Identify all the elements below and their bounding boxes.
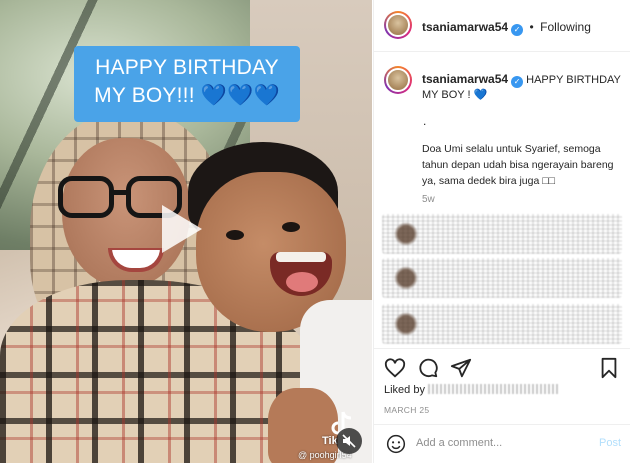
- blurred-likers: [428, 384, 559, 394]
- overlay-line-1: HAPPY BIRTHDAY: [95, 56, 279, 79]
- post-time-ago[interactable]: 5w: [422, 194, 435, 205]
- verified-icon: ✓: [511, 24, 524, 36]
- blurred-comment: [382, 214, 622, 254]
- caption-bullet: .: [423, 114, 427, 128]
- post-panel: tsaniamarwa54 ✓ • Following tsaniamarwa54…: [373, 0, 630, 463]
- blurred-comment: [382, 304, 622, 344]
- caption-username[interactable]: tsaniamarwa54: [422, 72, 508, 86]
- play-icon[interactable]: [162, 205, 202, 253]
- header-username[interactable]: tsaniamarwa54: [422, 20, 508, 34]
- verified-icon: ✓: [511, 76, 524, 88]
- overlay-hearts: 💙💙💙: [200, 84, 280, 107]
- post-media[interactable]: HAPPY BIRTHDAY MY BOY!!! 💙💙💙 Tik @ poohg…: [0, 0, 372, 463]
- mute-icon: [342, 434, 356, 448]
- likes-prefix: Liked by: [384, 384, 425, 396]
- post-comment-button[interactable]: Post: [599, 437, 621, 449]
- emoji-icon[interactable]: [386, 434, 406, 454]
- bookmark-icon[interactable]: [598, 357, 620, 379]
- comment-icon[interactable]: [417, 357, 439, 379]
- likes-line: Liked by: [384, 384, 559, 396]
- share-icon[interactable]: [450, 357, 472, 379]
- overlay-line-2: MY BOY!!!: [94, 84, 195, 107]
- avatar[interactable]: [384, 11, 412, 39]
- mute-button[interactable]: [336, 428, 362, 454]
- post-header: tsaniamarwa54 ✓ • Following: [374, 0, 630, 52]
- video-text-overlay: HAPPY BIRTHDAY MY BOY!!! 💙💙💙: [74, 46, 300, 122]
- caption-heart: 💙: [473, 89, 488, 101]
- post-date: MARCH 25: [384, 405, 430, 415]
- add-comment-bar: Add a comment... Post: [374, 424, 630, 463]
- comment-input[interactable]: Add a comment...: [416, 437, 502, 449]
- caption-body: Doa Umi selalu untuk Syarief, semoga tah…: [422, 143, 614, 187]
- blurred-comment: [382, 258, 622, 298]
- following-button[interactable]: Following: [540, 20, 591, 34]
- follow-separator: •: [529, 20, 534, 34]
- caption-avatar[interactable]: [384, 66, 412, 94]
- heart-icon[interactable]: [384, 357, 406, 379]
